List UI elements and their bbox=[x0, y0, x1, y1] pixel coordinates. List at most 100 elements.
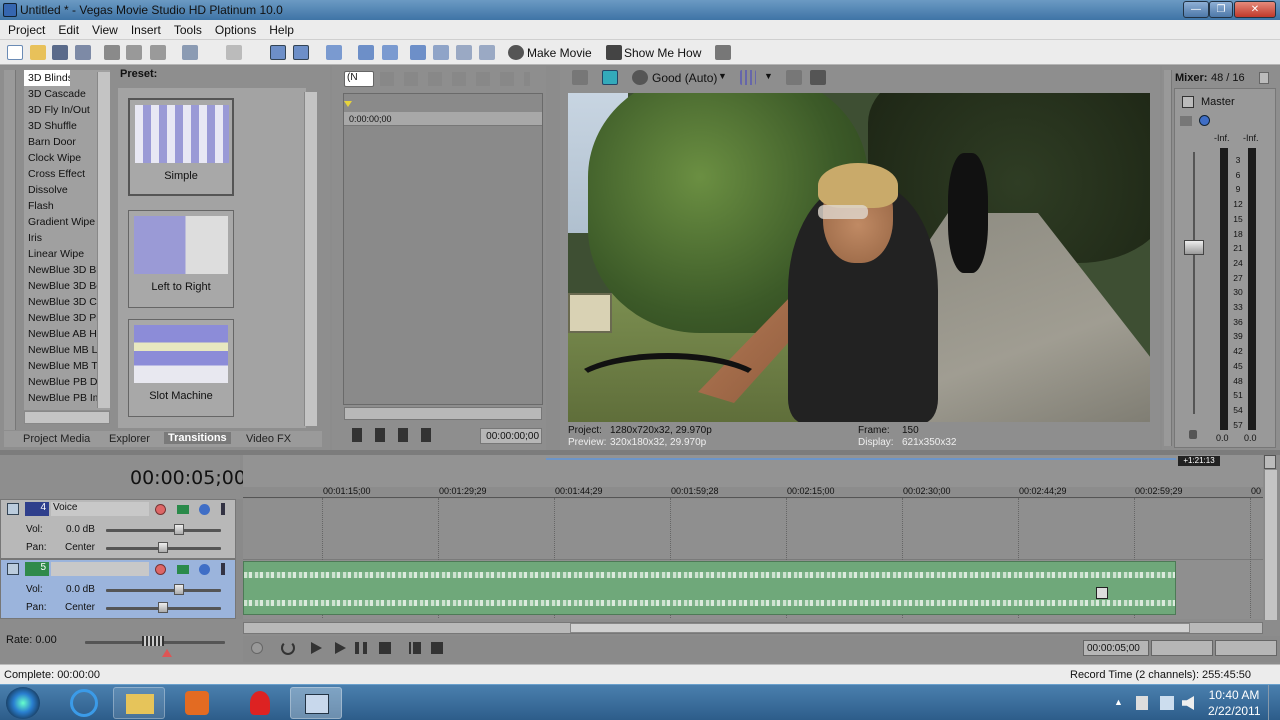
master-mute-icon[interactable] bbox=[1199, 115, 1210, 126]
menu-project[interactable]: Project bbox=[0, 20, 50, 37]
timeline-hscroll-thumb[interactable] bbox=[570, 623, 1190, 633]
clock-date[interactable]: 2/22/2011 bbox=[1208, 704, 1261, 718]
copy-icon[interactable] bbox=[126, 45, 142, 60]
new-icon[interactable] bbox=[7, 45, 23, 60]
volume-icon[interactable] bbox=[1182, 696, 1194, 710]
selection-length-field[interactable] bbox=[1215, 640, 1277, 656]
list-item[interactable]: 3D Blinds bbox=[24, 70, 70, 86]
media-player-icon[interactable] bbox=[185, 691, 209, 715]
menu-view[interactable]: View bbox=[84, 20, 123, 37]
trimmer-scrollbar[interactable] bbox=[344, 407, 542, 420]
arm-record-icon[interactable] bbox=[155, 564, 166, 575]
tab-project-media[interactable]: Project Media bbox=[23, 433, 90, 445]
menu-insert[interactable]: Insert bbox=[123, 20, 166, 37]
quality-chevron-down-icon[interactable]: ▼ bbox=[718, 71, 727, 81]
track-header-4[interactable]: 4 Voice Vol: 0.0 dB Pan: Center bbox=[0, 499, 236, 559]
close-button[interactable]: ✕ bbox=[1234, 1, 1276, 18]
show-desktop-button[interactable] bbox=[1268, 685, 1280, 720]
track-collapse-icon[interactable] bbox=[7, 503, 19, 515]
pan-slider-knob[interactable] bbox=[158, 542, 168, 553]
normal-edit-tool-icon[interactable] bbox=[358, 45, 374, 60]
lock-envelopes-icon[interactable] bbox=[326, 45, 342, 60]
help-pointer-icon[interactable] bbox=[715, 45, 731, 60]
action-center-icon[interactable] bbox=[1136, 696, 1148, 710]
pan-slider-knob[interactable] bbox=[158, 602, 168, 613]
track-header-splitter[interactable] bbox=[236, 499, 243, 619]
vol-slider-knob[interactable] bbox=[174, 524, 184, 535]
vegas-taskbar-button[interactable] bbox=[290, 687, 342, 719]
tab-video-fx[interactable]: Video FX bbox=[246, 433, 291, 445]
track-fx-icon[interactable] bbox=[177, 505, 189, 514]
menu-tools[interactable]: Tools bbox=[166, 20, 207, 37]
preset-slot-machine[interactable]: Slot Machine bbox=[128, 319, 234, 417]
solo-icon[interactable] bbox=[221, 563, 225, 575]
arm-record-icon[interactable] bbox=[155, 504, 166, 515]
go-to-start-icon[interactable] bbox=[409, 642, 421, 654]
mixer-scroll-up-icon[interactable] bbox=[1259, 72, 1269, 84]
network-icon[interactable] bbox=[1160, 696, 1174, 710]
pinned-app-icon[interactable] bbox=[250, 691, 270, 715]
rate-slider-knob[interactable] bbox=[142, 636, 164, 646]
menu-help[interactable]: Help bbox=[261, 20, 299, 37]
go-to-end-icon[interactable] bbox=[431, 642, 443, 654]
timeline-vscrollbar[interactable] bbox=[1264, 470, 1277, 620]
split-tool-icon[interactable] bbox=[433, 45, 449, 60]
preset-scrollbar[interactable] bbox=[304, 92, 317, 426]
mute-icon[interactable] bbox=[199, 564, 210, 575]
show-me-how-icon[interactable] bbox=[606, 45, 622, 60]
panel-grip[interactable] bbox=[4, 70, 16, 430]
trimmer-toolbar[interactable] bbox=[380, 72, 530, 86]
track-header-5[interactable]: 5 Vol: 0.0 dB Pan: Center bbox=[0, 559, 236, 619]
zoom-tool-icon[interactable] bbox=[456, 45, 472, 60]
position-timecode[interactable]: 00:00:05;00 bbox=[1083, 640, 1149, 656]
enable-snapping-icon[interactable] bbox=[479, 45, 495, 60]
mute-icon[interactable] bbox=[199, 504, 210, 515]
master-fader-knob[interactable] bbox=[1184, 240, 1204, 255]
properties-icon[interactable] bbox=[75, 45, 91, 60]
show-me-how-button[interactable]: Show Me How bbox=[624, 46, 701, 60]
external-monitor-icon[interactable] bbox=[602, 70, 618, 85]
transition-list-hscrollbar[interactable] bbox=[24, 411, 110, 424]
preview-quality-dropdown[interactable]: Good (Auto) bbox=[652, 71, 717, 85]
pause-icon[interactable] bbox=[355, 642, 367, 654]
maximize-button[interactable]: ❐ bbox=[1209, 1, 1233, 18]
overlays-chevron-down-icon[interactable]: ▼ bbox=[764, 71, 773, 81]
snap-icon[interactable] bbox=[270, 45, 286, 60]
master-fx-icon[interactable] bbox=[1180, 116, 1192, 126]
track-fx-icon[interactable] bbox=[177, 565, 189, 574]
envelope-tool-icon[interactable] bbox=[382, 45, 398, 60]
minimize-button[interactable]: — bbox=[1183, 1, 1209, 18]
save-snapshot-icon[interactable] bbox=[810, 70, 826, 85]
vol-slider[interactable] bbox=[106, 589, 221, 592]
track-collapse-icon[interactable] bbox=[7, 563, 19, 575]
mixer-grip[interactable] bbox=[1164, 70, 1172, 446]
preset-left-to-right[interactable]: Left to Right bbox=[128, 210, 234, 308]
copy-snapshot-icon[interactable] bbox=[786, 70, 802, 85]
track-name[interactable]: Voice bbox=[51, 502, 149, 516]
master-bus-icon[interactable] bbox=[1182, 96, 1194, 108]
paste-icon[interactable] bbox=[150, 45, 166, 60]
cut-icon[interactable] bbox=[104, 45, 120, 60]
preset-simple[interactable]: Simple bbox=[128, 98, 234, 196]
loop-playback-icon[interactable] bbox=[281, 641, 295, 655]
record-icon[interactable] bbox=[251, 642, 263, 654]
loop-region-bar[interactable] bbox=[546, 458, 1176, 460]
open-icon[interactable] bbox=[30, 45, 46, 60]
undo-icon[interactable] bbox=[182, 45, 198, 60]
track-name[interactable] bbox=[51, 562, 149, 576]
vol-slider[interactable] bbox=[106, 529, 221, 532]
tab-transitions[interactable]: Transitions bbox=[164, 432, 231, 444]
auto-ripple-icon[interactable] bbox=[293, 45, 309, 60]
trimmer-media-dropdown[interactable]: (N bbox=[344, 71, 374, 87]
explorer-taskbar-button[interactable] bbox=[113, 687, 165, 719]
redo-icon[interactable] bbox=[226, 45, 242, 60]
selection-start-field[interactable] bbox=[1151, 640, 1213, 656]
show-hidden-icons-icon[interactable]: ▲ bbox=[1114, 697, 1123, 707]
track-4-lane[interactable] bbox=[243, 499, 1263, 559]
timeline-menu-icon[interactable] bbox=[1264, 455, 1276, 469]
overlays-icon[interactable] bbox=[740, 70, 756, 85]
transition-list-scrollbar[interactable] bbox=[97, 72, 110, 408]
trimmer-transport[interactable] bbox=[352, 428, 442, 442]
play-icon[interactable] bbox=[335, 642, 346, 654]
internet-explorer-icon[interactable] bbox=[70, 689, 98, 717]
